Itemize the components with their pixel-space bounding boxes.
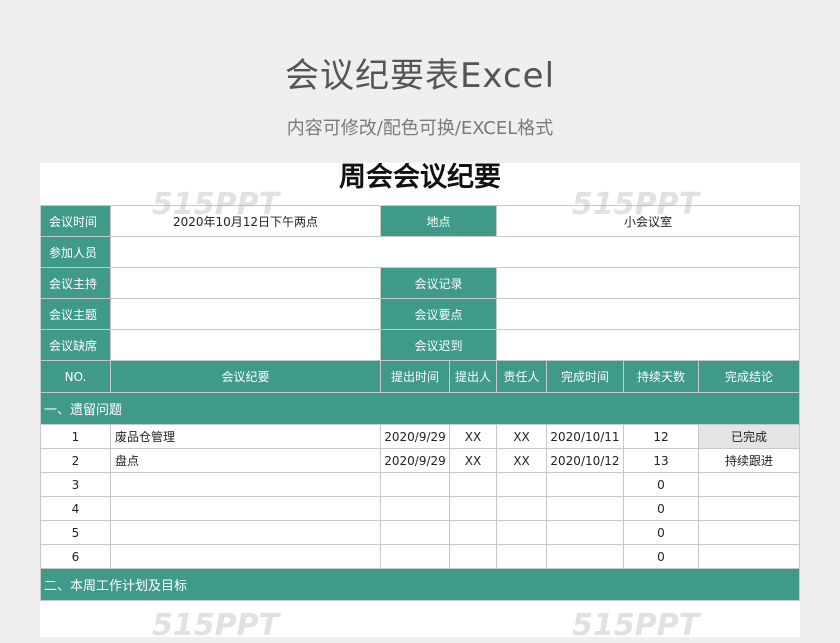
recorder-value[interactable] [496, 267, 800, 299]
row-completed-time[interactable] [546, 496, 624, 521]
document-title[interactable]: 周会会议纪要 [40, 163, 800, 205]
col-header-days: 持续天数 [623, 360, 699, 393]
table-row: 3 0 [40, 472, 800, 497]
col-header-proposer: 提出人 [449, 360, 497, 393]
col-header-proposed-time: 提出时间 [380, 360, 450, 393]
col-header-owner: 责任人 [496, 360, 547, 393]
page-subtitle: 内容可修改/配色可换/EXCEL格式 [286, 118, 554, 139]
key-points-value[interactable] [496, 298, 800, 330]
row-completed-time[interactable] [546, 520, 624, 545]
row-no[interactable]: 1 [40, 424, 111, 449]
row-summary[interactable]: 废品仓管理 [110, 424, 381, 449]
section-row-plan: 二、本周工作计划及目标 [40, 568, 800, 601]
row-conclusion[interactable] [698, 544, 800, 569]
row-no[interactable]: 2 [40, 448, 111, 473]
meta-row-participants: 参加人员 [40, 236, 800, 268]
row-conclusion[interactable] [698, 496, 800, 521]
key-points-label: 会议要点 [380, 298, 497, 330]
column-header-row: NO. 会议纪要 提出时间 提出人 责任人 完成时间 持续天数 完成结论 [40, 360, 800, 393]
row-completed-time[interactable] [546, 472, 624, 497]
page-title: 会议纪要表Excel [284, 56, 556, 96]
row-owner[interactable] [496, 496, 547, 521]
row-days[interactable]: 0 [623, 544, 699, 569]
row-no[interactable]: 5 [40, 520, 111, 545]
col-header-no: NO. [40, 360, 111, 393]
topic-label: 会议主题 [40, 298, 111, 330]
row-proposer[interactable]: XX [449, 424, 497, 449]
row-owner[interactable]: XX [496, 448, 547, 473]
row-proposer[interactable] [449, 496, 497, 521]
col-header-summary: 会议纪要 [110, 360, 381, 393]
row-owner[interactable]: XX [496, 424, 547, 449]
col-header-conclusion: 完成结论 [698, 360, 800, 393]
table-row: 4 0 [40, 496, 800, 521]
row-no[interactable]: 4 [40, 496, 111, 521]
row-conclusion[interactable]: 已完成 [698, 424, 800, 449]
row-summary[interactable] [110, 472, 381, 497]
table-row: 6 0 [40, 544, 800, 569]
meeting-time-value[interactable]: 2020年10月12日下午两点 [110, 205, 381, 237]
row-days[interactable]: 0 [623, 496, 699, 521]
row-proposed-time[interactable]: 2020/9/29 [380, 424, 450, 449]
row-conclusion[interactable] [698, 472, 800, 497]
row-proposed-time[interactable] [380, 496, 450, 521]
section-legacy-issues[interactable]: 一、遗留问题 [40, 392, 800, 425]
spreadsheet: 周会会议纪要 会议时间 2020年10月12日下午两点 地点 小会议室 参加人员… [40, 163, 800, 637]
row-summary[interactable] [110, 520, 381, 545]
absent-label: 会议缺席 [40, 329, 111, 361]
row-days[interactable]: 0 [623, 520, 699, 545]
row-proposed-time[interactable] [380, 544, 450, 569]
meta-row-topic: 会议主题 会议要点 [40, 298, 800, 330]
table-row: 2 盘点 2020/9/29 XX XX 2020/10/12 13 持续跟进 [40, 448, 800, 473]
minutes-table: 会议时间 2020年10月12日下午两点 地点 小会议室 参加人员 会议主持 会… [40, 205, 800, 601]
row-completed-time[interactable]: 2020/10/11 [546, 424, 624, 449]
row-days[interactable]: 12 [623, 424, 699, 449]
row-conclusion[interactable] [698, 520, 800, 545]
topic-value[interactable] [110, 298, 381, 330]
absent-value[interactable] [110, 329, 381, 361]
row-summary[interactable] [110, 544, 381, 569]
row-proposer[interactable] [449, 472, 497, 497]
recorder-label: 会议记录 [380, 267, 497, 299]
place-label: 地点 [380, 205, 497, 237]
host-value[interactable] [110, 267, 381, 299]
late-value[interactable] [496, 329, 800, 361]
row-summary[interactable] [110, 496, 381, 521]
row-proposer[interactable]: XX [449, 448, 497, 473]
table-row: 1 废品仓管理 2020/9/29 XX XX 2020/10/11 12 已完… [40, 424, 800, 449]
row-completed-time[interactable] [546, 544, 624, 569]
late-label: 会议迟到 [380, 329, 497, 361]
row-proposed-time[interactable] [380, 520, 450, 545]
participants-label: 参加人员 [40, 236, 111, 268]
row-owner[interactable] [496, 472, 547, 497]
row-no[interactable]: 3 [40, 472, 111, 497]
row-owner[interactable] [496, 544, 547, 569]
row-owner[interactable] [496, 520, 547, 545]
col-header-completed-time: 完成时间 [546, 360, 624, 393]
participants-value[interactable] [110, 236, 800, 268]
row-no[interactable]: 6 [40, 544, 111, 569]
row-days[interactable]: 13 [623, 448, 699, 473]
row-proposer[interactable] [449, 520, 497, 545]
meta-row-host: 会议主持 会议记录 [40, 267, 800, 299]
meeting-time-label: 会议时间 [40, 205, 111, 237]
meta-row-absent: 会议缺席 会议迟到 [40, 329, 800, 361]
row-completed-time[interactable]: 2020/10/12 [546, 448, 624, 473]
row-proposed-time[interactable] [380, 472, 450, 497]
section-weekly-plan[interactable]: 二、本周工作计划及目标 [40, 568, 800, 601]
row-days[interactable]: 0 [623, 472, 699, 497]
row-proposed-time[interactable]: 2020/9/29 [380, 448, 450, 473]
row-proposer[interactable] [449, 544, 497, 569]
row-conclusion[interactable]: 持续跟进 [698, 448, 800, 473]
table-row: 5 0 [40, 520, 800, 545]
section-row-legacy: 一、遗留问题 [40, 392, 800, 425]
row-summary[interactable]: 盘点 [110, 448, 381, 473]
place-value[interactable]: 小会议室 [496, 205, 800, 237]
host-label: 会议主持 [40, 267, 111, 299]
meta-row-time: 会议时间 2020年10月12日下午两点 地点 小会议室 [40, 205, 800, 237]
